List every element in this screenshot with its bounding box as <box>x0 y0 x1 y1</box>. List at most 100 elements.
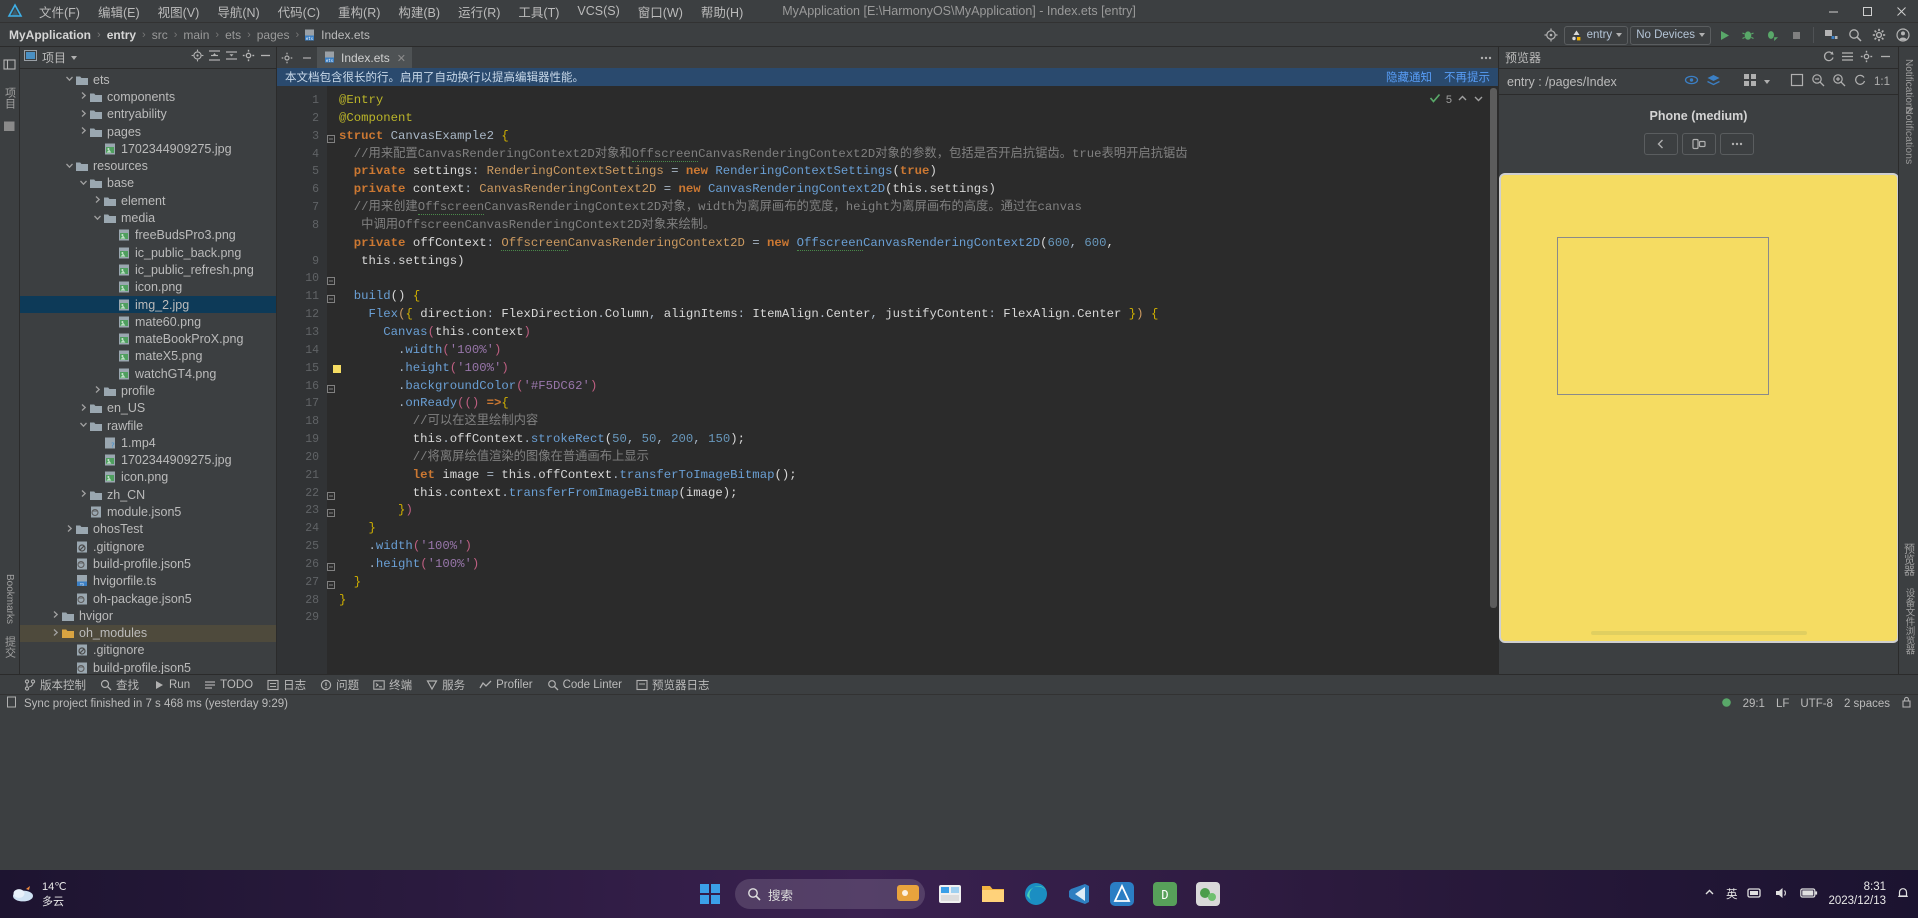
tree-row[interactable]: ic_public_refresh.png <box>20 261 276 278</box>
tool-log[interactable]: 日志 <box>267 677 306 693</box>
tree-expand-arrow-icon[interactable] <box>92 213 103 224</box>
tree-row[interactable]: oh-package.json5 <box>20 590 276 607</box>
tree-row[interactable]: build-profile.json5 <box>20 659 276 674</box>
breadcrumb-src[interactable]: src <box>151 28 169 42</box>
previewer-hide-icon[interactable] <box>1879 50 1892 66</box>
tree-row[interactable]: en_US <box>20 400 276 417</box>
breadcrumb-ets[interactable]: ets <box>224 28 242 42</box>
menu-edit[interactable]: 编辑(E) <box>89 0 149 23</box>
tree-expand-arrow-icon[interactable] <box>92 385 103 396</box>
inspection-widget[interactable]: 5 <box>1429 92 1484 107</box>
chevron-down-icon[interactable] <box>1764 79 1770 84</box>
line-separator[interactable]: LF <box>1776 698 1789 710</box>
previewer-device-controls[interactable] <box>1643 133 1754 155</box>
previewer-settings-icon[interactable] <box>1860 50 1873 66</box>
breadcrumb[interactable]: MyApplication › entry › src › main › ets… <box>8 28 371 42</box>
tray-battery-icon[interactable] <box>1800 887 1818 902</box>
tree-row[interactable]: oh_modules <box>20 624 276 642</box>
device-manager-icon[interactable] <box>1820 25 1842 45</box>
menu-navigate[interactable]: 导航(N) <box>208 0 268 23</box>
structure-tool-icon[interactable] <box>3 120 16 138</box>
tab-hide-icon[interactable] <box>297 52 317 64</box>
previewer-rotate-button[interactable] <box>1681 133 1716 155</box>
rotate-icon[interactable] <box>1853 73 1867 90</box>
code-content[interactable]: @Entry @Component struct CanvasExample2 … <box>327 86 1498 609</box>
taskbar-search-box[interactable]: 搜索 <box>735 879 925 909</box>
tree-expand-arrow-icon[interactable] <box>78 109 89 120</box>
hide-panel-icon[interactable] <box>259 49 272 67</box>
rail-label-bookmarks[interactable]: Bookmarks <box>4 568 15 630</box>
tree-expand-arrow-icon[interactable] <box>78 126 89 137</box>
tree-row[interactable]: element <box>20 192 276 209</box>
tree-expand-arrow-icon[interactable] <box>78 420 89 431</box>
menu-code[interactable]: 代码(C) <box>269 0 329 23</box>
close-button[interactable] <box>1884 0 1918 23</box>
zoom-out-icon[interactable] <box>1811 73 1825 90</box>
taskbar-center-icons[interactable]: 搜索 D <box>692 876 1226 912</box>
taskbar-devtool-icon[interactable]: D <box>1147 876 1183 912</box>
search-icon[interactable] <box>1844 25 1866 45</box>
dismiss-notification-link[interactable]: 不再提示 <box>1444 69 1490 85</box>
tree-row[interactable]: TS hvigorfile.ts <box>20 573 276 590</box>
tray-volume-icon[interactable] <box>1774 886 1790 903</box>
tree-expand-arrow-icon[interactable] <box>78 91 89 102</box>
taskbar-chat-icon[interactable] <box>1190 876 1226 912</box>
tree-expand-arrow-icon[interactable] <box>64 524 75 535</box>
tool-todo[interactable]: TODO <box>204 679 253 691</box>
code-editor[interactable]: 1 2 3 4 5 6 7 8 9 10 11 12 13 14 15 16 17 18 19 20 21 22 23 24 2… <box>277 86 1498 674</box>
taskbar-vscode-icon[interactable] <box>1061 876 1097 912</box>
tree-row[interactable]: resources <box>20 157 276 174</box>
tree-row[interactable]: freeBudsPro3.png <box>20 227 276 244</box>
tree-row[interactable]: .gitignore <box>20 642 276 659</box>
tool-previewer-log[interactable]: 预览器日志 <box>636 677 710 693</box>
project-tool-icon[interactable] <box>3 58 16 76</box>
previewer-refresh-icon[interactable] <box>1822 50 1835 66</box>
tree-row[interactable]: ? 1.mp4 <box>20 434 276 451</box>
tree-expand-arrow-icon[interactable] <box>78 178 89 189</box>
tree-expand-arrow-icon[interactable] <box>64 74 75 85</box>
breadcrumb-project[interactable]: MyApplication <box>8 28 92 42</box>
tree-expand-arrow-icon[interactable] <box>78 489 89 500</box>
windows-start-icon[interactable] <box>692 876 728 912</box>
zoom-in-icon[interactable] <box>1832 73 1846 90</box>
layers-icon[interactable] <box>1706 73 1721 90</box>
menu-help[interactable]: 帮助(H) <box>692 0 752 23</box>
tool-services[interactable]: 服务 <box>426 677 465 693</box>
tree-expand-arrow-icon[interactable] <box>78 403 89 414</box>
previewer-layout-icon[interactable] <box>1841 50 1854 66</box>
tree-row[interactable]: build-profile.json5 <box>20 555 276 572</box>
menu-file[interactable]: 文件(F) <box>30 0 89 23</box>
tab-bar-more[interactable] <box>1479 47 1493 68</box>
taskbar-weather-widget[interactable]: 14℃ 多云 <box>10 880 160 909</box>
tree-row[interactable]: zh_CN <box>20 486 276 503</box>
tree-row[interactable]: img_2.jpg <box>20 295 276 314</box>
taskbar-edge-icon[interactable] <box>1018 876 1054 912</box>
previewer-zoom-level[interactable]: 1:1 <box>1874 76 1890 88</box>
eye-icon[interactable] <box>1684 73 1699 90</box>
breadcrumb-file[interactable]: Index.ets <box>320 28 371 42</box>
tree-row[interactable]: icon.png <box>20 279 276 296</box>
expand-all-icon[interactable] <box>208 49 221 67</box>
tree-row[interactable]: icon.png <box>20 469 276 486</box>
grid-icon[interactable] <box>1743 73 1757 90</box>
tree-row[interactable]: rawfile <box>20 417 276 434</box>
menu-window[interactable]: 窗口(W) <box>629 0 692 23</box>
tree-row[interactable]: watchGT4.png <box>20 365 276 382</box>
close-tab-icon[interactable]: ✕ <box>397 52 406 65</box>
taskbar-clock[interactable]: 8:31 2023/12/13 <box>1828 880 1886 908</box>
previewer-back-button[interactable] <box>1643 133 1678 155</box>
tree-expand-arrow-icon[interactable] <box>92 195 103 206</box>
rail-label-project[interactable]: 项目 <box>2 81 18 115</box>
menu-vcs[interactable]: VCS(S) <box>568 2 628 20</box>
editor-vertical-scrollbar[interactable] <box>1488 86 1498 674</box>
chevron-down-icon[interactable] <box>71 55 78 60</box>
scrollbar-thumb[interactable] <box>1490 88 1497 608</box>
tray-expand-icon[interactable] <box>1703 886 1716 902</box>
taskbar-harmony-icon[interactable] <box>1104 876 1140 912</box>
minimize-button[interactable] <box>1816 0 1850 23</box>
tree-row[interactable]: 1702344909275.jpg <box>20 140 276 157</box>
tool-terminal[interactable]: 终端 <box>373 677 412 693</box>
tree-expand-arrow-icon[interactable] <box>50 628 61 639</box>
settings-gear-icon[interactable] <box>1868 25 1890 45</box>
notification-bell-icon[interactable] <box>1896 886 1910 903</box>
